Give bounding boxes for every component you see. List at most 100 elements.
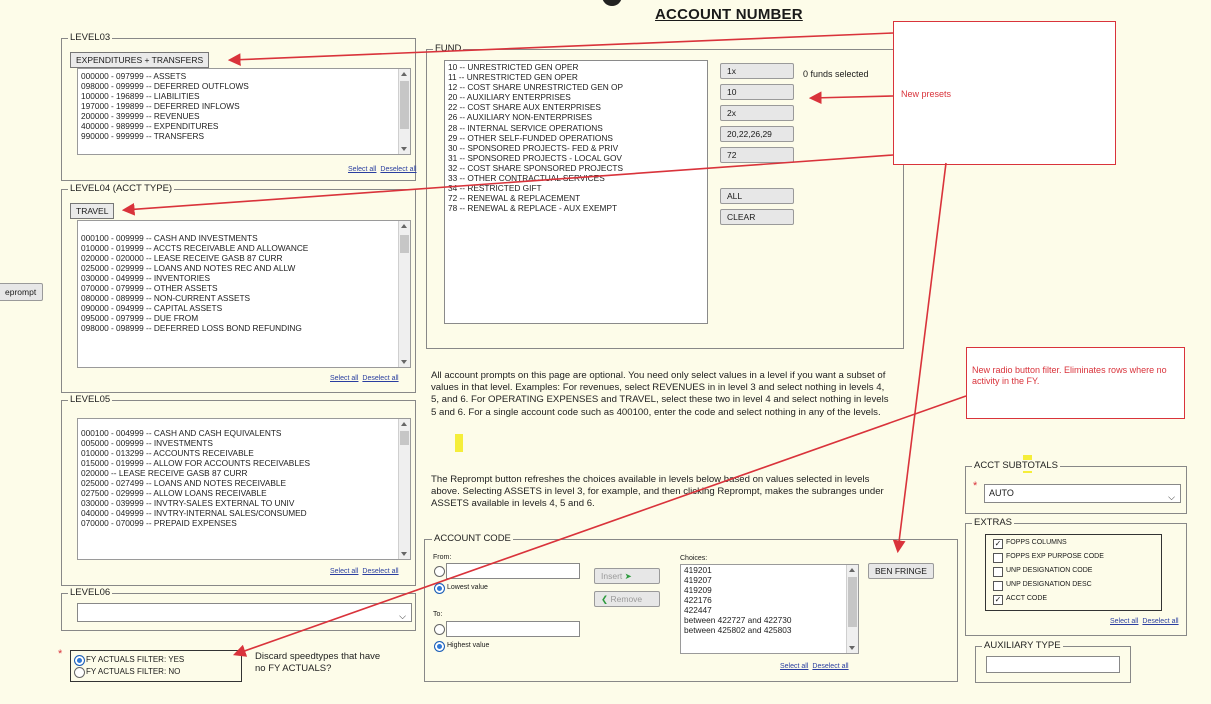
fund-option[interactable]: 11 -- UNRESTRICTED GEN OPER <box>448 72 704 82</box>
fund-preset-1x-button[interactable]: 1x <box>720 63 794 79</box>
extras-checkbox-unp-designation-desc[interactable] <box>993 581 1003 591</box>
fund-preset-10-button[interactable]: 10 <box>720 84 794 100</box>
extras-checkbox-fopps-exp-purpose[interactable] <box>993 553 1003 563</box>
level05-option[interactable]: 020000 -- LEASE RECEIVE GASB 87 CURR <box>81 468 407 478</box>
choice-option[interactable]: between 422727 and 422730 <box>684 615 855 625</box>
level05-option[interactable]: 000100 - 004999 -- CASH AND CASH EQUIVAL… <box>81 428 407 438</box>
choice-option[interactable]: 419209 <box>684 585 855 595</box>
choice-option[interactable]: 422176 <box>684 595 855 605</box>
level03-select-all-link[interactable]: Select all <box>348 166 376 173</box>
fund-option[interactable]: 72 -- RENEWAL & REPLACEMENT <box>448 193 704 203</box>
from-custom-radio[interactable] <box>434 566 445 577</box>
fund-option[interactable]: 22 -- COST SHARE AUX ENTERPRISES <box>448 102 704 112</box>
choice-option[interactable]: 422447 <box>684 605 855 615</box>
insert-button[interactable]: Insert ➤ <box>594 568 660 584</box>
fy-filter-yes-radio[interactable] <box>74 655 85 666</box>
level05-option[interactable]: 025000 - 027499 -- LOANS AND NOTES RECEI… <box>81 478 407 488</box>
fund-preset-20-22-26-29-button[interactable]: 20,22,26,29 <box>720 126 794 142</box>
level04-selected-chip[interactable]: TRAVEL <box>70 203 115 219</box>
extras-select-all-link[interactable]: Select all <box>1110 618 1138 625</box>
level03-option[interactable]: 197000 - 199899 -- DEFERRED INFLOWS <box>81 101 407 111</box>
auxiliary-type-input[interactable] <box>986 656 1120 673</box>
level03-deselect-all-link[interactable]: Deselect all <box>380 166 416 173</box>
fund-option[interactable]: 78 -- RENEWAL & REPLACE - AUX EXEMPT <box>448 203 704 213</box>
level05-option[interactable]: 010000 - 013299 -- ACCOUNTS RECEIVABLE <box>81 448 407 458</box>
fund-option[interactable]: 20 -- AUXILIARY ENTERPRISES <box>448 92 704 102</box>
fund-option[interactable]: 30 -- SPONSORED PROJECTS- FED & PRIV <box>448 143 704 153</box>
fund-option[interactable]: 29 -- OTHER SELF-FUNDED OPERATIONS <box>448 133 704 143</box>
fund-option[interactable]: 12 -- COST SHARE UNRESTRICTED GEN OP <box>448 82 704 92</box>
level03-selected-chip[interactable]: EXPENDITURES + TRANSFERS <box>70 52 210 68</box>
level03-option[interactable]: 000000 - 097999 -- ASSETS <box>81 71 407 81</box>
fund-option[interactable]: 32 -- COST SHARE SPONSORED PROJECTS <box>448 163 704 173</box>
level03-scrollbar[interactable] <box>398 69 410 154</box>
extras-checkbox-unp-designation-code[interactable] <box>993 567 1003 577</box>
level05-listbox[interactable]: 000100 - 004999 -- CASH AND CASH EQUIVAL… <box>77 418 411 560</box>
fund-preset-72-button[interactable]: 72 <box>720 147 794 163</box>
acct-subtotals-select[interactable]: AUTO ⌵ <box>984 484 1181 503</box>
choices-select-all-link[interactable]: Select all <box>780 663 808 670</box>
extras-label: UNP DESIGNATION DESC <box>1006 581 1092 588</box>
level03-option[interactable]: 200000 - 399999 -- REVENUES <box>81 111 407 121</box>
choices-deselect-all-link[interactable]: Deselect all <box>812 663 848 670</box>
level04-option[interactable]: 000100 - 009999 -- CASH AND INVESTMENTS <box>81 233 407 243</box>
from-lowest-radio[interactable] <box>434 583 445 594</box>
remove-button[interactable]: ❮ Remove <box>594 591 660 607</box>
level05-option[interactable]: 040000 - 049999 -- INVTRY-INTERNAL SALES… <box>81 508 407 518</box>
level03-option[interactable]: 098000 - 099999 -- DEFERRED OUTFLOWS <box>81 81 407 91</box>
to-highest-radio[interactable] <box>434 641 445 652</box>
fund-option[interactable]: 26 -- AUXILIARY NON-ENTERPRISES <box>448 112 704 122</box>
fund-option[interactable]: 33 -- OTHER CONTRACTUAL SERVICES <box>448 173 704 183</box>
level03-option[interactable]: 990000 - 999999 -- TRANSFERS <box>81 131 407 141</box>
level04-option[interactable]: 070000 - 079999 -- OTHER ASSETS <box>81 283 407 293</box>
level04-option[interactable]: 025000 - 029999 -- LOANS AND NOTES REC A… <box>81 263 407 273</box>
fy-filter-no-radio[interactable] <box>74 667 85 678</box>
reprompt-button[interactable]: eprompt <box>0 283 44 301</box>
level05-scrollbar[interactable] <box>398 419 410 559</box>
level03-listbox[interactable]: 000000 - 097999 -- ASSETS 098000 - 099999… <box>77 68 411 155</box>
choice-option[interactable]: 419201 <box>684 565 855 575</box>
level04-option[interactable]: 098000 - 098999 -- DEFERRED LOSS BOND RE… <box>81 323 407 333</box>
level04-listbox[interactable]: 000100 - 009999 -- CASH AND INVESTMENTS 0… <box>77 220 411 368</box>
fund-option[interactable]: 34 -- RESTRICTED GIFT <box>448 183 704 193</box>
choice-option[interactable]: 419207 <box>684 575 855 585</box>
fund-option[interactable]: 10 -- UNRESTRICTED GEN OPER <box>448 62 704 72</box>
level05-option[interactable]: 005000 - 009999 -- INVESTMENTS <box>81 438 407 448</box>
ben-fringe-button[interactable]: BEN FRINGE <box>868 563 934 579</box>
info-paragraph-2: The Reprompt button refreshes the choice… <box>431 474 884 510</box>
level05-option[interactable]: 027500 - 029999 -- ALLOW LOANS RECEIVABL… <box>81 488 407 498</box>
level05-option[interactable]: 030000 - 039999 -- INVTRY-SALES EXTERNAL… <box>81 498 407 508</box>
fund-option[interactable]: 31 -- SPONSORED PROJECTS - LOCAL GOV <box>448 153 704 163</box>
fund-listbox[interactable]: 10 -- UNRESTRICTED GEN OPER 11 -- UNRESTR… <box>444 60 708 324</box>
level04-option[interactable]: 080000 - 089999 -- NON-CURRENT ASSETS <box>81 293 407 303</box>
extras-checkbox-acct-code[interactable]: ✓ <box>993 595 1003 605</box>
level04-option[interactable]: 090000 - 094999 -- CAPITAL ASSETS <box>81 303 407 313</box>
level04-scrollbar[interactable] <box>398 221 410 367</box>
level06-select[interactable]: ⌵ <box>77 603 412 622</box>
choices-listbox[interactable]: 419201 419207 419209 422176 422447 between 42… <box>680 564 859 654</box>
level04-deselect-all-link[interactable]: Deselect all <box>362 375 398 382</box>
level05-option[interactable]: 015000 - 019999 -- ALLOW FOR ACCOUNTS RE… <box>81 458 407 468</box>
level04-select-all-link[interactable]: Select all <box>330 375 358 382</box>
level04-option[interactable]: 010000 - 019999 -- ACCTS RECEIVABLE AND … <box>81 243 407 253</box>
level05-option[interactable]: 070000 - 070099 -- PREPAID EXPENSES <box>81 518 407 528</box>
fund-all-button[interactable]: ALL <box>720 188 794 204</box>
level05-select-all-link[interactable]: Select all <box>330 568 358 575</box>
to-custom-radio[interactable] <box>434 624 445 635</box>
from-input[interactable] <box>446 563 580 579</box>
fund-clear-button[interactable]: CLEAR <box>720 209 794 225</box>
level04-option[interactable]: 030000 - 049999 -- INVENTORIES <box>81 273 407 283</box>
level03-option[interactable]: 100000 - 196899 -- LIABILITIES <box>81 91 407 101</box>
level04-option[interactable]: 095000 - 097999 -- DUE FROM <box>81 313 407 323</box>
extras-deselect-all-link[interactable]: Deselect all <box>1142 618 1178 625</box>
extras-checkbox-fopps-columns[interactable]: ✓ <box>993 539 1003 549</box>
fund-preset-2x-button[interactable]: 2x <box>720 105 794 121</box>
choice-option[interactable]: between 425802 and 425803 <box>684 625 855 635</box>
radio-filter-callout: New radio button filter. Eliminates rows… <box>966 347 1185 419</box>
level05-deselect-all-link[interactable]: Deselect all <box>362 568 398 575</box>
level03-option[interactable]: 400000 - 989999 -- EXPENDITURES <box>81 121 407 131</box>
to-input[interactable] <box>446 621 580 637</box>
level04-option[interactable]: 020000 - 020000 -- LEASE RECEIVE GASB 87… <box>81 253 407 263</box>
choices-scrollbar[interactable] <box>846 565 858 653</box>
fund-option[interactable]: 28 -- INTERNAL SERVICE OPERATIONS <box>448 123 704 133</box>
